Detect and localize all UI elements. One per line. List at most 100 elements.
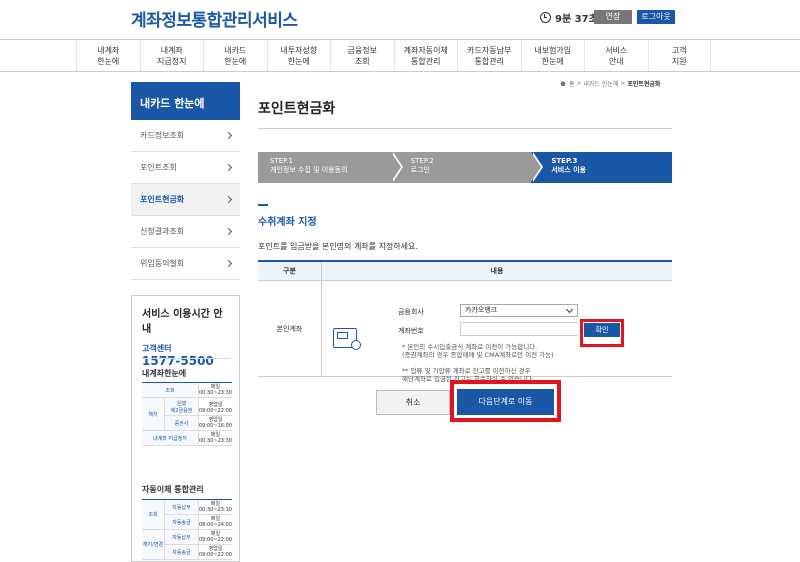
title-divider	[258, 128, 672, 129]
logout-button[interactable]: 로그아웃	[637, 10, 675, 24]
section-description: 포인트를 입금받을 본인명의 계좌를 지정하세요.	[258, 242, 418, 251]
table-cell: 영업일 09:00~22:00	[197, 545, 232, 559]
account-form-table: 구분 내용 본인계좌 금융회사 카카오뱅크 계좌번호 확인 * 본인의 수시입출…	[258, 260, 672, 383]
lnb-item-label: 포인트조회	[140, 163, 177, 172]
step-label: 로그인	[410, 166, 430, 174]
section-accent	[258, 204, 268, 206]
table-cell: 해지/변경	[142, 530, 164, 559]
table-row: 해지 은행 제2금융권 영업일 09:00~22:00 증권사 영업일 09:00~1…	[142, 398, 232, 431]
breadcrumb-item[interactable]: 내카드 한눈에	[583, 79, 618, 88]
table-cell: 자동송금	[163, 515, 198, 529]
header: 계좌정보통합관리서비스 9분 37초 연장 로그아웃	[0, 0, 800, 40]
my-accounts-hours-table: 조회 매일 00:30~23:30 해지 은행 제2금융권 영업일 09:00~22:…	[142, 382, 232, 446]
cancel-button[interactable]: 취소	[376, 390, 450, 415]
step-number: STEP.2	[410, 157, 434, 165]
table-cell: 내계좌 지급정지	[142, 431, 198, 445]
account-number-input[interactable]	[460, 322, 578, 336]
table-cell: 매일 00:30~23:30	[197, 500, 232, 514]
table-row: 조회 매일 00:30~23:30	[142, 383, 232, 398]
step-number: STEP.3	[551, 157, 578, 165]
breadcrumb: 홈 > 내카드 한눈에 > 포인트현금화	[560, 79, 660, 88]
my-accounts-hours-title: 내계좌한눈에	[142, 369, 187, 378]
step-1: STEP.1 개인정보 수집 및 이용동의	[258, 152, 403, 183]
chevron-right-icon	[224, 163, 233, 172]
table-header: 구분 내용	[258, 262, 672, 281]
table-cell: 자동송금	[163, 545, 198, 559]
next-step-button[interactable]: 다음단계로 이동	[457, 389, 554, 415]
gnb-item-my-accounts[interactable]: 내계좌 한눈에	[76, 40, 140, 71]
bank-select[interactable]: 카카오뱅크	[460, 304, 578, 317]
table-row: 은행 제2금융권 영업일 09:00~22:00	[163, 398, 232, 416]
step-label: 서비스 이용	[551, 166, 586, 174]
lnb-item-label: 포인트현금화	[140, 195, 185, 204]
column-header: 구분	[258, 262, 322, 280]
timer-text: 9분 37초	[555, 14, 598, 25]
bank-label: 금융회사	[398, 308, 424, 316]
gnb-item-support[interactable]: 고객 지원	[647, 40, 711, 71]
table-row: 증권사 영업일 09:00~16:00	[163, 416, 232, 430]
service-hours-box: 서비스 이용시간 안내 고객센터 1577-5500 내계좌한눈에 조회 매일 0…	[131, 295, 361, 562]
table-row: 본인계좌 금융회사 카카오뱅크 계좌번호 확인 * 본인의 수시입출금식 계좌로…	[258, 281, 672, 383]
row-label: 본인계좌	[258, 281, 322, 376]
site-logo[interactable]: 계좌정보통합관리서비스	[131, 6, 298, 31]
table-cell: 해지	[142, 398, 164, 430]
extend-button[interactable]: 연장	[594, 10, 632, 24]
table-cell: 영업일 09:00~22:00	[197, 398, 232, 415]
step-number: STEP.1	[270, 157, 293, 165]
gnb-item-insurance[interactable]: 내보험가입 한눈에	[520, 40, 585, 71]
gnb-item-account-suspend[interactable]: 내계좌 지급정지	[139, 40, 204, 71]
divider	[142, 358, 230, 359]
table-subgroup: 자동납부 매일 00:30~23:30 자동송금 매일 08:00~24:00	[163, 500, 232, 529]
table-cell: 매일 00:30~23:30	[197, 431, 232, 445]
table-row: 자동납부 매일 09:00~22:00	[163, 530, 232, 545]
lnb-item-label: 카드정보조회	[140, 131, 185, 140]
table-row: 내계좌 지급정지 매일 00:30~23:30	[142, 431, 232, 446]
page-title: 포인트현금화	[258, 101, 336, 117]
gnb-item-investment[interactable]: 내투자성향 한눈에	[266, 40, 331, 71]
chevron-right-icon	[224, 259, 233, 268]
column-header: 내용	[490, 267, 504, 275]
chevron-right-icon	[224, 195, 233, 204]
table-row: 해지/변경 자동납부 매일 09:00~22:00 자동송금 영업일 09:00~2…	[142, 530, 232, 560]
gnb-item-my-cards[interactable]: 내카드 한눈에	[203, 40, 267, 71]
table-row: 자동납부 매일 00:30~23:30	[163, 500, 232, 515]
gnb-item-card-autopay[interactable]: 카드자동납부 통합관리	[457, 40, 521, 71]
table-cell: 조회	[142, 383, 198, 397]
table-row: 조회 자동납부 매일 00:30~23:30 자동송금 매일 08:00~24:00	[142, 500, 232, 530]
step-arrow	[531, 152, 542, 182]
step-arrow	[390, 152, 401, 182]
breadcrumb-separator: >	[620, 80, 626, 87]
auto-transfer-hours-title: 자동이체 통합관리	[142, 485, 204, 494]
table-cell: 조회	[142, 500, 164, 529]
lnb-item-result-inquiry[interactable]: 신청결과조회	[131, 216, 240, 248]
gnb-item-service-guide[interactable]: 서비스 안내	[584, 40, 648, 71]
breadcrumb-current: 포인트현금화	[627, 81, 661, 88]
table-cell: 증권사	[163, 416, 198, 430]
home-icon[interactable]	[560, 81, 566, 86]
customer-center-label: 고객센터	[142, 344, 172, 353]
lnb-item-card-info[interactable]: 카드정보조회	[131, 120, 240, 152]
lnb-item-label: 위임동의철회	[140, 259, 185, 268]
global-nav: 내계좌 한눈에 내계좌 지급정지 내카드 한눈에 내투자성향 한눈에 금융정보 …	[0, 39, 800, 72]
lnb-title: 내카드 한눈에	[131, 82, 240, 120]
session-timer: 9분 37초	[540, 10, 598, 25]
table-subgroup: 은행 제2금융권 영업일 09:00~22:00 증권사 영업일 09:00~16:0…	[163, 398, 232, 430]
chevron-right-icon	[224, 131, 233, 140]
account-number-label: 계좌번호	[398, 327, 424, 335]
table-cell-text: 제2금융권	[170, 407, 193, 414]
step-label: 개인정보 수집 및 이용동의	[270, 166, 348, 174]
confirm-button[interactable]: 확인	[584, 323, 620, 337]
breadcrumb-home[interactable]: 홈	[569, 79, 575, 88]
chevron-right-icon	[224, 227, 233, 236]
gnb-item-auto-transfer[interactable]: 계좌자동이체 통합관리	[393, 40, 458, 71]
table-cell: 매일 00:30~23:30	[197, 383, 232, 397]
section-title: 수취계좌 지정	[258, 217, 317, 228]
table-cell: 자동납부	[163, 530, 198, 544]
clock-icon	[540, 12, 551, 23]
lnb-item-consent-withdraw[interactable]: 위임동의철회	[131, 248, 240, 280]
lnb-item-point-cash[interactable]: 포인트현금화	[131, 184, 240, 216]
step-3: STEP.3 서비스 이용	[531, 152, 673, 183]
gnb-item-financial-info[interactable]: 금융정보 조회	[330, 40, 394, 71]
lnb-item-point-inquiry[interactable]: 포인트조회	[131, 152, 240, 184]
table-subgroup: 자동납부 매일 09:00~22:00 자동송금 영업일 09:00~22:00	[163, 530, 232, 559]
